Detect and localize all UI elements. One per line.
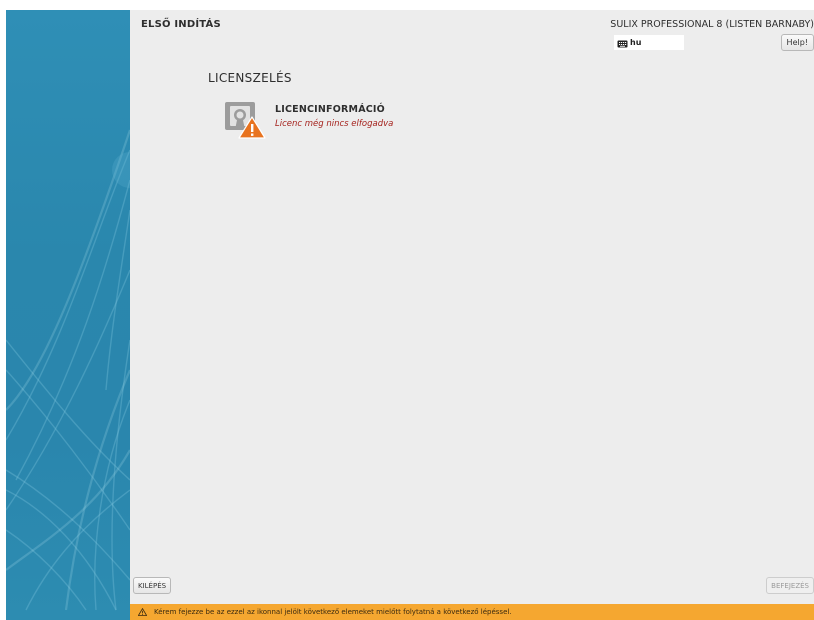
spoke-title: LICENCINFORMÁCIÓ [275, 104, 385, 115]
keyboard-icon [617, 33, 628, 52]
keyboard-layout-label: hu [630, 38, 642, 47]
help-button[interactable]: Help! [780, 34, 814, 51]
quit-button[interactable]: KILÉPÉS [133, 577, 172, 594]
finish-button[interactable]: BEFEJEZÉS [766, 577, 814, 594]
license-warning-icon [224, 100, 266, 144]
warning-message: Kérem fejezze be az ezzel az ikonnal jel… [154, 608, 512, 616]
sidebar-grass-artwork [6, 129, 130, 611]
main-panel: ELSŐ INDÍTÁS SULIX PROFESSIONAL 8 (LISTE… [130, 10, 814, 604]
license-info-spoke[interactable]: LICENCINFORMÁCIÓ Licenc még nincs elfoga… [224, 100, 424, 150]
spoke-status: Licenc még nincs elfogadva [275, 119, 394, 129]
section-title: LICENSZELÉS [208, 71, 292, 85]
warning-bar: Kérem fejezze be az ezzel az ikonnal jel… [130, 604, 814, 620]
sidebar-banner [6, 10, 130, 620]
warning-icon [138, 608, 147, 616]
product-name: SULIX PROFESSIONAL 8 (LISTEN BARNABY) [610, 19, 814, 30]
window-title: ELSŐ INDÍTÁS [141, 19, 221, 30]
keyboard-layout-indicator[interactable]: hu [614, 35, 684, 50]
